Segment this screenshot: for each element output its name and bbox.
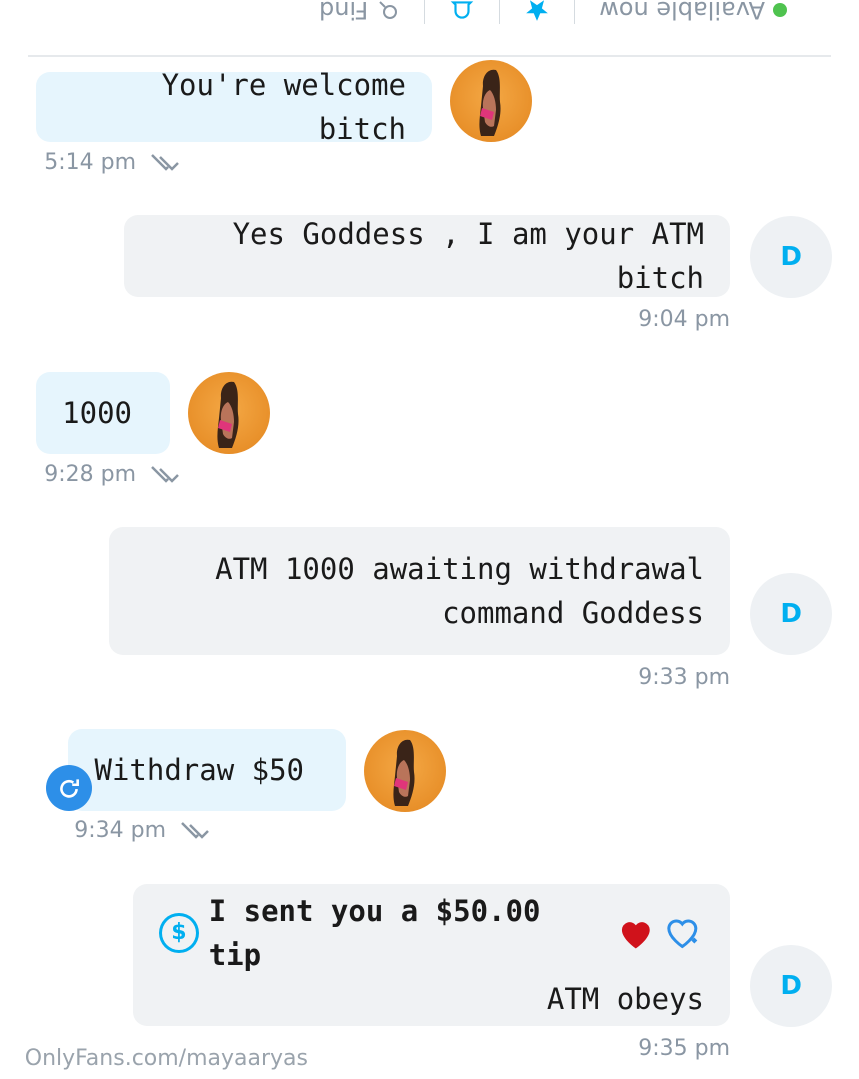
dollar-coin-icon: $ xyxy=(159,913,199,953)
message-bubble[interactable]: You're welcome bitch xyxy=(36,68,432,146)
message-time: 9:35 pm xyxy=(638,1036,730,1061)
message-meta: 9:34 pm xyxy=(74,818,210,843)
message-text: You're welcome bitch xyxy=(161,68,406,146)
message-meta: 9:35 pm xyxy=(638,1036,730,1061)
star-icon[interactable] xyxy=(524,0,550,23)
message-time: 9:28 pm xyxy=(44,462,136,487)
message-text-line1: ATM 1000 awaiting withdrawal xyxy=(215,552,704,586)
double-check-icon xyxy=(151,153,179,171)
user-avatar[interactable]: D xyxy=(750,573,832,655)
find-button[interactable]: Find xyxy=(319,0,400,24)
user-avatar-initial: D xyxy=(780,242,802,272)
header-separator xyxy=(574,0,576,24)
message-text: Yes Goddess , I am your ATM bitch xyxy=(232,217,704,295)
header-divider xyxy=(28,55,831,57)
double-check-icon xyxy=(181,821,209,839)
message-text: ATM obeys xyxy=(546,982,704,1016)
message-time: 9:04 pm xyxy=(638,307,730,332)
message-meta: 9:33 pm xyxy=(638,665,730,690)
message-bubble[interactable]: 1000 xyxy=(36,372,170,454)
bell-icon[interactable] xyxy=(449,0,475,23)
message-meta: 9:04 pm xyxy=(638,307,730,332)
tip-message-bubble[interactable]: $ I sent you a $50.00 tip ATM obeys xyxy=(133,884,730,1026)
watermark: OnlyFans.com/mayaaryas xyxy=(24,1046,308,1071)
message-bubble[interactable]: Yes Goddess , I am your ATM bitch xyxy=(124,215,730,297)
user-avatar-initial: D xyxy=(780,599,802,629)
message-bubble[interactable]: Withdraw $50 xyxy=(68,729,346,811)
message-time: 9:34 pm xyxy=(74,818,166,843)
online-status: Available now xyxy=(599,0,787,24)
message-meta: 5:14 pm xyxy=(44,150,180,175)
message-meta: 9:28 pm xyxy=(44,462,180,487)
user-avatar[interactable]: D xyxy=(750,945,832,1027)
user-avatar-initial: D xyxy=(780,971,802,1001)
message-text-line2: command Goddess xyxy=(442,596,704,630)
status-label: Available now xyxy=(599,0,765,24)
tip-text: I sent you a $50.00 tip xyxy=(208,894,541,972)
message-time: 9:33 pm xyxy=(638,665,730,690)
chat-header: Available now Find xyxy=(0,0,859,38)
header-separator xyxy=(499,0,501,24)
find-label: Find xyxy=(319,0,369,24)
online-dot-icon xyxy=(773,3,787,17)
heart-icon xyxy=(621,922,650,949)
header-separator xyxy=(424,0,426,24)
message-text: 1000 xyxy=(62,396,132,430)
user-avatar[interactable]: D xyxy=(750,216,832,298)
blue-heart-outline-icon xyxy=(667,919,698,949)
search-icon xyxy=(379,1,398,19)
double-check-icon xyxy=(151,465,179,483)
reply-button[interactable] xyxy=(46,765,92,811)
reply-icon xyxy=(60,779,79,798)
tip-row: $ I sent you a $50.00 tip xyxy=(159,889,704,977)
creator-avatar[interactable] xyxy=(450,60,532,142)
message-bubble[interactable]: ATM 1000 awaiting withdrawal command God… xyxy=(109,527,730,655)
creator-avatar[interactable] xyxy=(188,372,270,454)
message-time: 5:14 pm xyxy=(44,150,136,175)
message-text: Withdraw $50 xyxy=(94,753,304,787)
creator-avatar[interactable] xyxy=(364,730,446,812)
chat-screen: Available now Find You're welcome bitch … xyxy=(0,0,859,1079)
